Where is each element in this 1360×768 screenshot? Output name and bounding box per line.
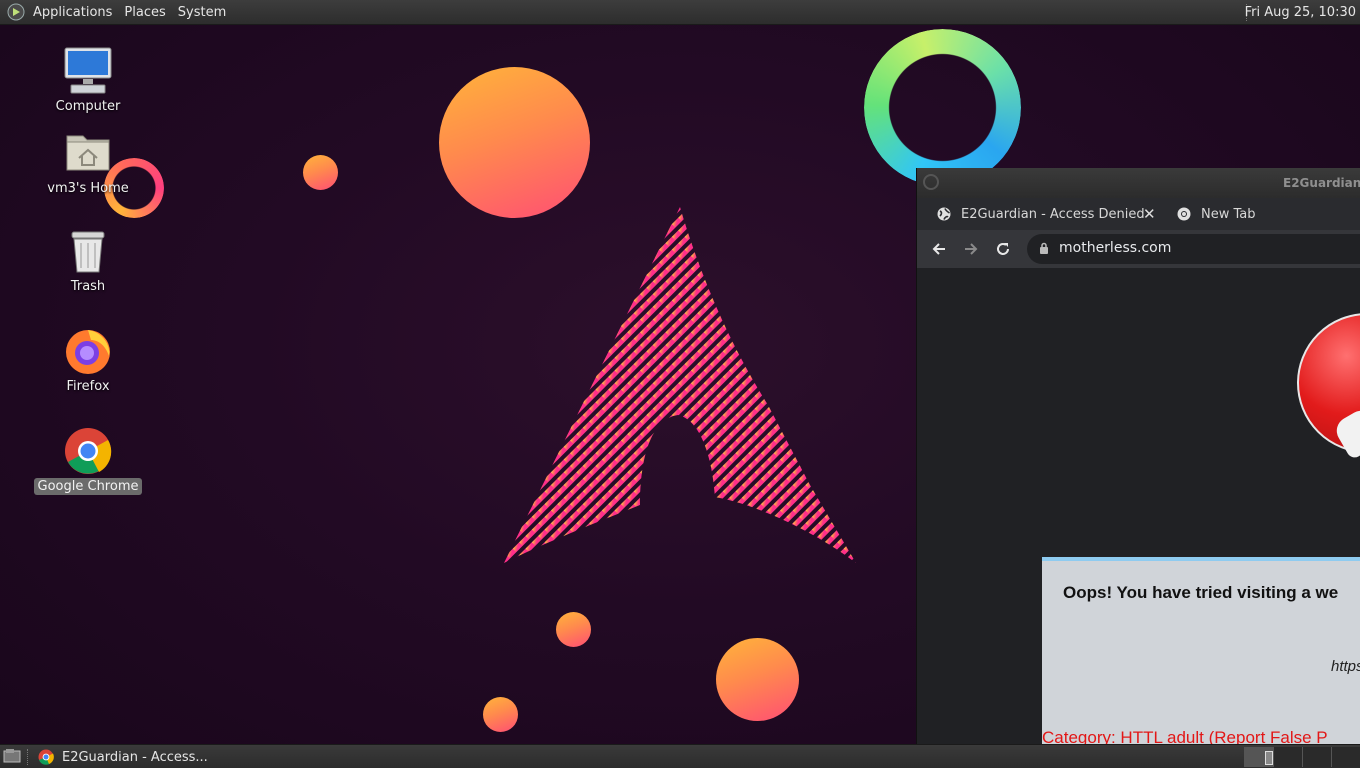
denied-heading: Oops! You have tried visiting a we [1063, 583, 1339, 602]
arch-logo-icon [504, 207, 856, 563]
wallpaper-large-ball [439, 67, 590, 218]
places-menu[interactable]: Places [118, 0, 171, 25]
applications-menu[interactable]: Applications [27, 0, 118, 25]
desktop-icon-label: Google Chrome [33, 478, 143, 495]
distro-logo-icon[interactable] [5, 1, 27, 23]
browser-toolbar: motherless.com [917, 230, 1360, 268]
bottom-panel: E2Guardian - Access... [0, 744, 1360, 768]
panel-separator [27, 749, 28, 765]
taskbar-label: E2Guardian - Access... [62, 749, 208, 765]
tab-strip: E2Guardian - Access Denied ✕ New Tab [917, 198, 1360, 230]
tab-new-tab[interactable]: New Tab [1175, 198, 1256, 230]
address-bar[interactable]: motherless.com [1027, 234, 1360, 264]
desktop-icon-home[interactable]: vm3's Home [33, 128, 143, 197]
desktop-icon-firefox[interactable]: Firefox [33, 326, 143, 395]
taskbar-button-chrome[interactable]: E2Guardian - Access... [34, 746, 244, 768]
tab-label: New Tab [1201, 206, 1256, 222]
top-panel: Applications Places System Fri Aug 25, 1… [0, 0, 1360, 25]
category-text[interactable]: Category: HTTL adult (Report False P [1042, 728, 1328, 744]
lock-icon[interactable] [1039, 242, 1049, 254]
desktop-icon-trash[interactable]: Trash [33, 226, 143, 295]
desktop-icon-label: vm3's Home [47, 181, 129, 196]
back-button[interactable] [929, 239, 949, 259]
wallpaper-small-ball [556, 612, 591, 647]
forward-button[interactable] [961, 239, 981, 259]
desktop-icon-label: Firefox [66, 379, 110, 394]
workspace-switcher[interactable] [1244, 747, 1360, 767]
workspace-1[interactable] [1244, 747, 1273, 767]
window-menu-icon[interactable] [923, 174, 939, 190]
home-folder-icon [63, 128, 113, 178]
workspace-3[interactable] [1302, 747, 1331, 767]
tab-label: E2Guardian - Access Denied [961, 206, 1145, 222]
chrome-icon [38, 749, 54, 765]
clock[interactable]: Fri Aug 25, 10:30 [1245, 0, 1356, 25]
computer-icon [63, 46, 113, 96]
system-menu[interactable]: System [172, 0, 232, 25]
wallpaper-small-ball [483, 697, 518, 732]
browser-window[interactable]: E2Guardian - E2Guardian - Access Denied … [916, 168, 1360, 744]
blocked-url-link[interactable]: https: [1331, 658, 1360, 675]
window-title: E2Guardian - [1283, 176, 1360, 190]
chrome-icon [1177, 207, 1191, 221]
url-text: motherless.com [1059, 240, 1172, 256]
reload-icon [997, 243, 1009, 255]
window-thumbnail [1265, 751, 1273, 765]
desktop-icon-label: Computer [55, 99, 121, 114]
page-viewport: Oops! You have tried visiting a we https… [917, 268, 1360, 744]
window-titlebar[interactable]: E2Guardian - [917, 168, 1360, 198]
wallpaper-medium-ball [716, 638, 799, 721]
workspace-2[interactable] [1273, 747, 1302, 767]
firefox-icon [63, 326, 113, 376]
globe-icon [937, 207, 951, 221]
workspace-4[interactable] [1331, 747, 1360, 767]
tab-access-denied[interactable]: E2Guardian - Access Denied ✕ [917, 198, 1161, 230]
wallpaper-gradient-ring [864, 29, 1021, 186]
reload-button[interactable] [993, 239, 1013, 259]
access-denied-panel: Oops! You have tried visiting a we https… [1042, 557, 1360, 744]
desktop-icon-label: Trash [70, 279, 106, 294]
chrome-icon [63, 426, 113, 476]
forward-arrow-icon [965, 243, 978, 255]
close-tab-icon[interactable]: ✕ [1143, 205, 1156, 223]
trash-icon [63, 226, 113, 276]
wallpaper-small-ball [303, 155, 338, 190]
desktop-icon-computer[interactable]: Computer [33, 46, 143, 115]
back-arrow-icon [932, 243, 945, 255]
show-desktop-icon[interactable] [3, 748, 21, 764]
desktop-icon-chrome[interactable]: Google Chrome [33, 426, 143, 495]
